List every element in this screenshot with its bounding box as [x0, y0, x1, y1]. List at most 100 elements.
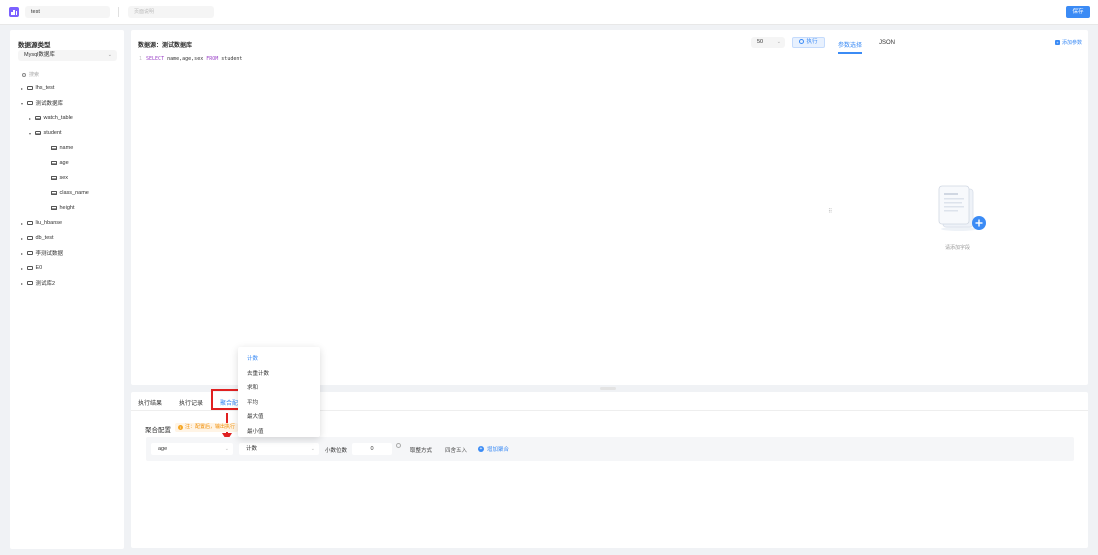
- page-description-input[interactable]: 页面说明: [128, 6, 214, 18]
- sql-editor[interactable]: 1 SELECT name,age,sex FROM student: [139, 56, 242, 62]
- add-aggregation-label: 增加聚合: [487, 447, 510, 453]
- empty-state-text: 请添加字段: [945, 245, 971, 251]
- panel-resize-handle[interactable]: [600, 387, 616, 390]
- tree-search-placeholder: 搜索: [29, 72, 40, 78]
- aggregation-function-select[interactable]: 计数 ⌄: [239, 443, 319, 455]
- page-name-input[interactable]: test: [25, 6, 110, 18]
- tree-item[interactable]: sex: [37, 174, 68, 182]
- tab-results[interactable]: 执行结果: [138, 398, 162, 407]
- column-icon: [51, 145, 57, 151]
- play-icon: [799, 39, 805, 45]
- dropdown-option[interactable]: 最小值: [247, 427, 264, 435]
- search-icon: [22, 72, 26, 77]
- decimal-places-input[interactable]: 0: [352, 443, 392, 455]
- aggregation-function-value: 计数: [246, 446, 258, 452]
- tree-item[interactable]: name: [37, 144, 73, 152]
- tree-item-label: student: [43, 130, 62, 136]
- rounding-select[interactable]: 四舍五入: [445, 446, 467, 454]
- tree-item[interactable]: ▸ E0: [21, 264, 42, 272]
- tree-item-label: age: [59, 160, 69, 166]
- column-icon: [51, 205, 57, 211]
- tree-item-label: 测试库2: [35, 281, 56, 287]
- tree-item[interactable]: ▾ 测试数据库: [21, 99, 64, 108]
- tree-item[interactable]: ▸ watch_table: [29, 114, 73, 122]
- tree-item-label: E0: [35, 265, 43, 271]
- tree-item-label: 李测试数据: [35, 251, 64, 257]
- database-icon: [27, 280, 33, 286]
- tree-search-input[interactable]: 搜索: [22, 71, 39, 78]
- sql-keyword-select: SELECT: [146, 56, 165, 62]
- sidebar-title: 数据源类型: [18, 42, 51, 49]
- aggregation-label: 聚合配置: [145, 427, 171, 434]
- dropdown-option[interactable]: 去重计数: [247, 369, 269, 377]
- database-icon: [27, 235, 33, 241]
- tree-item[interactable]: class_name: [37, 189, 89, 197]
- row-limit-select[interactable]: 50 ⌄: [751, 37, 785, 48]
- top-divider: [118, 7, 119, 17]
- tree-item[interactable]: ▸ db_test: [21, 234, 54, 242]
- tree-item-label: db_test: [35, 235, 54, 241]
- chevron-down-icon: ⌄: [107, 52, 112, 58]
- tree-item-label: height: [59, 205, 75, 211]
- tree-item-label: sex: [59, 175, 69, 181]
- empty-document-icon: [938, 185, 986, 231]
- tree-item[interactable]: ▸ 测试库2: [21, 279, 56, 288]
- db-type-select[interactable]: Mysql数据库 ⌄: [18, 50, 117, 61]
- dropdown-option[interactable]: 最大值: [247, 412, 264, 420]
- database-icon: [27, 250, 33, 256]
- tree-item[interactable]: age: [37, 159, 69, 167]
- datasource-sidebar: [10, 30, 124, 549]
- sql-keyword-from: FROM: [206, 56, 219, 62]
- column-icon: [51, 175, 57, 181]
- aggregation-field-select[interactable]: age ⌄: [151, 443, 233, 455]
- sql-fields: name,age,sex: [167, 56, 204, 62]
- chevron-down-icon: ⌄: [224, 446, 229, 452]
- run-button[interactable]: 执行: [792, 37, 825, 48]
- tree-item-label: lhs_test: [35, 85, 55, 91]
- tree-item[interactable]: height: [37, 204, 75, 212]
- table-icon: [35, 115, 41, 121]
- dropdown-option[interactable]: 求和: [247, 383, 258, 391]
- plus-icon: +: [478, 446, 484, 452]
- tree-item[interactable]: ▸ lhs_test: [21, 84, 54, 92]
- aggregation-note: ! 注：配置后，输出执行: [175, 423, 239, 432]
- table-icon: [35, 130, 41, 136]
- tree-item-label: class_name: [59, 190, 89, 196]
- app-logo-icon: [9, 7, 19, 17]
- database-icon: [27, 265, 33, 271]
- tree-item-label: 测试数据库: [35, 101, 64, 107]
- datasource-title: 数据源：测试数据库: [138, 43, 193, 49]
- tree-item-label: watch_table: [43, 115, 73, 121]
- chevron-down-icon: ⌄: [776, 39, 781, 45]
- line-number: 1: [139, 56, 143, 62]
- add-param-button[interactable]: + 添加参数: [1055, 39, 1082, 46]
- info-icon[interactable]: [396, 443, 401, 448]
- rounding-label: 取整方式: [410, 448, 433, 454]
- warning-icon: !: [178, 425, 183, 430]
- tree-item[interactable]: ▾ student: [29, 129, 62, 137]
- database-icon: [27, 220, 33, 226]
- save-button[interactable]: 保存: [1066, 6, 1090, 18]
- row-limit-value: 50: [757, 39, 764, 45]
- db-type-value: Mysql数据库: [24, 52, 55, 58]
- decimal-places-label: 小数位数: [325, 448, 348, 454]
- dropdown-option[interactable]: 计数: [247, 354, 258, 362]
- active-tab-indicator: [838, 52, 862, 54]
- sql-table: student: [221, 56, 243, 62]
- tree-item-label: liu_hbanse: [35, 220, 63, 226]
- tab-json[interactable]: JSON: [879, 40, 895, 46]
- chevron-down-icon: ⌄: [310, 446, 315, 452]
- add-aggregation-button[interactable]: + 增加聚合: [478, 445, 509, 453]
- database-icon: [27, 100, 33, 106]
- tree-item[interactable]: ▸ liu_hbanse: [21, 219, 62, 227]
- tab-history[interactable]: 执行记录: [179, 398, 203, 407]
- add-param-label: 添加参数: [1062, 40, 1083, 46]
- column-icon: [51, 190, 57, 196]
- run-label: 执行: [806, 39, 818, 45]
- drag-handle-icon[interactable]: ⠿: [828, 208, 832, 215]
- add-icon: +: [1055, 40, 1060, 45]
- tab-params[interactable]: 参数选择: [838, 40, 862, 49]
- column-icon: [51, 160, 57, 166]
- dropdown-option[interactable]: 平均: [247, 398, 258, 406]
- tree-item[interactable]: ▸ 李测试数据: [21, 249, 64, 258]
